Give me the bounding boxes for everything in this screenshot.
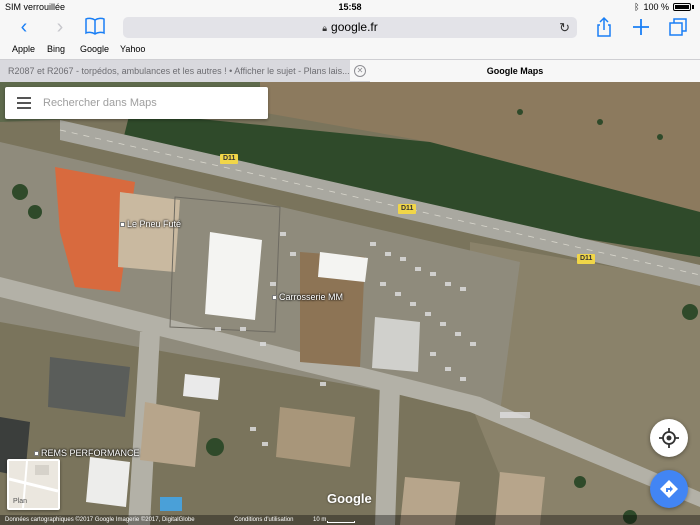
tab-forum[interactable]: R2087 et R2067 - torpédos, ambulances et…: [0, 60, 350, 82]
favorites-bar: Apple Bing Google Yahoo: [0, 40, 700, 58]
url-text: google.fr: [331, 20, 378, 34]
bookmarks-button[interactable]: [84, 16, 108, 38]
crosshair-icon: [659, 428, 679, 448]
google-logo: Google: [327, 491, 372, 506]
clock: 15:58: [338, 2, 362, 12]
scale-bar: [327, 521, 355, 523]
scale-label: 10 m: [313, 517, 327, 523]
my-location-button[interactable]: [650, 419, 688, 457]
place-marker-icon: [34, 451, 39, 457]
new-tab-button[interactable]: [630, 16, 654, 38]
bookmark-bing[interactable]: Bing: [47, 44, 65, 54]
close-tab-icon[interactable]: ✕: [354, 65, 366, 77]
forward-button[interactable]: ›: [48, 17, 72, 37]
battery-percent: 100 %: [643, 2, 669, 12]
browser-toolbar: ‹ › 🔒︎ google.fr ↻: [0, 14, 700, 40]
directions-button[interactable]: [650, 470, 688, 508]
poi-le-pneu-fute[interactable]: Le Pneu Futé: [120, 219, 181, 229]
hamburger-menu-icon[interactable]: [17, 97, 31, 109]
map-layer-toggle[interactable]: Plan: [7, 459, 60, 510]
directions-icon: [660, 480, 678, 498]
place-marker-icon: [120, 222, 125, 228]
back-button[interactable]: ‹: [12, 17, 36, 37]
poi-rems-performance[interactable]: REMS PERFORMANCE: [34, 448, 140, 458]
share-button[interactable]: [593, 16, 617, 38]
tabs-icon: [669, 18, 687, 36]
map-copyright: Données cartographiques ©2017 Google Ima…: [5, 517, 195, 523]
road-label-d11: D11: [398, 204, 417, 214]
layer-label: Plan: [13, 498, 28, 505]
tabs-button[interactable]: [667, 16, 691, 38]
bookmark-yahoo[interactable]: Yahoo: [120, 44, 145, 54]
maps-search-box: [5, 87, 268, 119]
satellite-imagery: [0, 82, 700, 525]
book-icon: [85, 17, 105, 35]
plus-icon: [633, 19, 649, 35]
status-bar: SIM verrouillée 15:58 ᛒ 100 %: [0, 0, 700, 14]
address-bar[interactable]: 🔒︎ google.fr ↻: [123, 17, 577, 38]
bookmark-google[interactable]: Google: [80, 44, 109, 54]
lock-icon: 🔒︎: [322, 23, 328, 33]
tab-bar: R2087 et R2067 - torpédos, ambulances et…: [0, 59, 700, 82]
status-right: ᛒ 100 %: [634, 2, 694, 12]
map-footer: Données cartographiques ©2017 Google Ima…: [0, 515, 700, 525]
road-label-d11: D11: [577, 254, 596, 264]
bluetooth-icon: ᛒ: [634, 2, 640, 12]
poi-carrosserie-mm[interactable]: Carrosserie MM: [272, 292, 343, 302]
tab-google-maps[interactable]: Google Maps: [370, 60, 700, 82]
place-marker-icon: [272, 295, 277, 301]
terms-link[interactable]: Conditions d'utilisation: [234, 517, 294, 523]
bookmark-apple[interactable]: Apple: [12, 44, 35, 54]
maps-search-input[interactable]: [43, 93, 258, 113]
map-view[interactable]: D11 D11 D11 Le Pneu Futé Carrosserie MM …: [0, 82, 700, 525]
road-label-d11: D11: [220, 154, 239, 164]
battery-icon: [673, 3, 691, 11]
reload-icon[interactable]: ↻: [559, 17, 570, 38]
share-icon: [597, 16, 611, 37]
